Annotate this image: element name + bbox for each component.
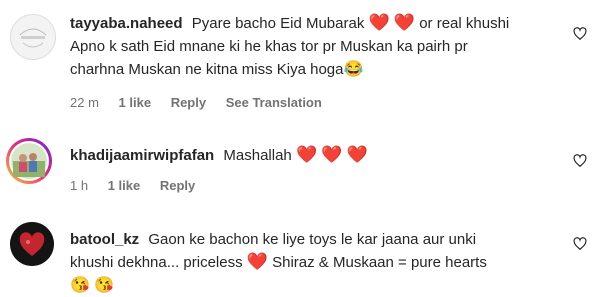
comment-text: khadijaamirwipfafan Mashallah ❤️ ❤️ ❤️: [70, 145, 368, 164]
emoji: ❤️: [368, 13, 390, 32]
likes-count[interactable]: 1 like: [119, 95, 152, 110]
emoji: ❤️: [346, 145, 368, 164]
emoji: ❤️: [295, 145, 318, 164]
see-translation-button[interactable]: See Translation: [226, 95, 322, 110]
comment-username[interactable]: khadijaamirwipfafan: [70, 147, 214, 164]
emoji: 😘: [70, 277, 90, 294]
heart-outline-icon[interactable]: [573, 154, 587, 168]
reply-button[interactable]: Reply: [171, 95, 206, 110]
avatar[interactable]: [10, 222, 54, 266]
comment-username[interactable]: batool_kz: [70, 231, 139, 248]
comment-text: tayyaba.naheed Pyare bacho Eid Mubarak ❤…: [70, 13, 510, 78]
heart-outline-icon[interactable]: [573, 237, 587, 251]
reply-button[interactable]: Reply: [160, 178, 195, 193]
emoji: ❤️: [321, 145, 343, 164]
heart-outline-icon[interactable]: [573, 27, 587, 41]
emoji: ❤️: [246, 252, 268, 271]
emoji: 😘: [94, 277, 115, 294]
comment-time: 1 h: [70, 178, 89, 193]
emoji: ❤️: [393, 13, 416, 32]
comment-username[interactable]: tayyaba.naheed: [70, 15, 183, 32]
comment-time: 22 m: [70, 95, 99, 110]
likes-count[interactable]: 1 like: [108, 178, 141, 193]
avatar[interactable]: [10, 14, 56, 60]
avatar[interactable]: [6, 138, 52, 184]
emoji: 😂: [343, 61, 364, 78]
comment-text: batool_kz Gaon ke bachon ke liye toys le…: [70, 231, 487, 294]
